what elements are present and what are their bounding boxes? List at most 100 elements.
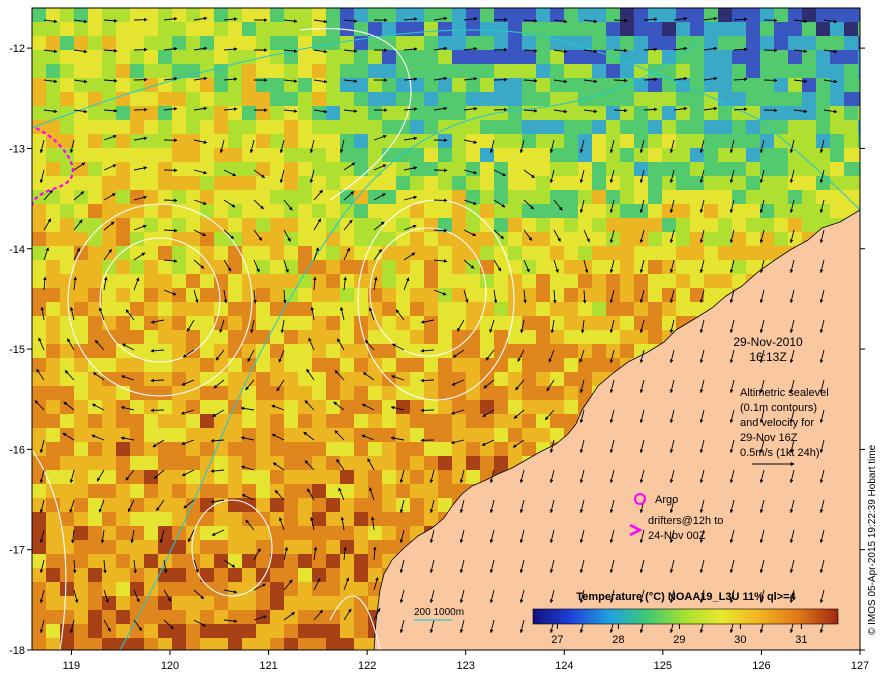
sst-cell: [60, 400, 74, 414]
sst-cell: [88, 484, 102, 498]
sst-cell: [172, 330, 186, 344]
sst-cell: [830, 162, 844, 176]
sst-cell: [634, 232, 648, 246]
sst-cell: [494, 246, 508, 260]
sst-cell: [774, 106, 788, 120]
sst-cell: [88, 106, 102, 120]
sst-cell: [424, 232, 438, 246]
sst-cell: [326, 582, 340, 596]
sst-cell: [592, 358, 606, 372]
sst-cell: [536, 218, 550, 232]
sst-cell: [606, 120, 620, 134]
velocity-arrow: [433, 198, 448, 203]
sst-cell: [690, 246, 704, 260]
sst-cell: [438, 414, 452, 428]
sst-cell: [424, 302, 438, 316]
sst-cell: [242, 442, 256, 456]
sst-cell: [508, 162, 522, 176]
sst-cell: [102, 540, 116, 554]
sst-cell: [844, 78, 858, 92]
sst-cell: [564, 232, 578, 246]
sst-cell: [424, 498, 438, 512]
sst-cell: [214, 148, 228, 162]
sst-cell: [116, 22, 130, 36]
sst-cell: [410, 400, 424, 414]
sst-cell: [634, 120, 648, 134]
sst-cell: [172, 456, 186, 470]
sst-cell: [242, 624, 256, 638]
sst-cell: [494, 148, 508, 162]
sst-cell: [830, 204, 844, 218]
sst-cell: [816, 8, 830, 22]
sst-cell: [116, 610, 130, 624]
sst-cell: [32, 64, 46, 78]
sst-cell: [620, 106, 634, 120]
sst-cell: [774, 190, 788, 204]
sst-cell: [46, 148, 60, 162]
sst-cell: [466, 442, 480, 456]
sst-cell: [676, 218, 690, 232]
sst-cell: [396, 456, 410, 470]
sst-cell: [536, 50, 550, 64]
sst-cell: [186, 50, 200, 64]
sst-cell: [116, 372, 130, 386]
sst-cell: [116, 8, 130, 22]
sst-cell: [718, 190, 732, 204]
sst-cell: [144, 624, 158, 638]
sst-cell: [242, 190, 256, 204]
sst-cell: [74, 176, 88, 190]
sst-cell: [522, 372, 536, 386]
sst-cell: [102, 64, 116, 78]
sst-cell: [298, 246, 312, 260]
sst-cell: [74, 190, 88, 204]
sst-cell: [228, 470, 242, 484]
sst-cell: [256, 526, 270, 540]
sst-cell: [256, 554, 270, 568]
sst-cell: [46, 386, 60, 400]
sst-cell: [242, 610, 256, 624]
sst-cell: [480, 330, 494, 344]
sst-cell: [592, 288, 606, 302]
sst-cell: [704, 204, 718, 218]
sst-cell: [186, 78, 200, 92]
sst-cell: [466, 316, 480, 330]
sst-cell: [368, 134, 382, 148]
sst-cell: [690, 190, 704, 204]
sst-cell: [144, 526, 158, 540]
sst-cell: [228, 582, 242, 596]
sst-cell: [228, 484, 242, 498]
sst-cell: [102, 106, 116, 120]
sst-cell: [844, 36, 858, 50]
sst-cell: [802, 204, 816, 218]
sst-cell: [536, 260, 550, 274]
sst-cell: [172, 540, 186, 554]
sst-cell: [634, 274, 648, 288]
sst-cell: [46, 428, 60, 442]
sst-cell: [130, 22, 144, 36]
sst-cell: [662, 162, 676, 176]
sst-cell: [298, 64, 312, 78]
sst-cell: [130, 512, 144, 526]
sst-cell: [144, 50, 158, 64]
sst-cell: [298, 428, 312, 442]
sst-cell: [60, 232, 74, 246]
sst-cell: [46, 344, 60, 358]
sst-cell: [312, 498, 326, 512]
sst-cell: [172, 148, 186, 162]
sst-cell: [718, 204, 732, 218]
sst-cell: [60, 8, 74, 22]
sst-cell: [32, 624, 46, 638]
sst-cell: [298, 204, 312, 218]
sst-cell: [494, 386, 508, 400]
sst-cell: [382, 414, 396, 428]
sst-cell: [256, 344, 270, 358]
sst-cell: [550, 302, 564, 316]
sst-cell: [368, 232, 382, 246]
sst-cell: [172, 498, 186, 512]
sst-cell: [382, 428, 396, 442]
sst-cell: [606, 204, 620, 218]
sst-cell: [508, 92, 522, 106]
sst-cell: [368, 148, 382, 162]
sst-cell: [368, 484, 382, 498]
sst-cell: [732, 190, 746, 204]
